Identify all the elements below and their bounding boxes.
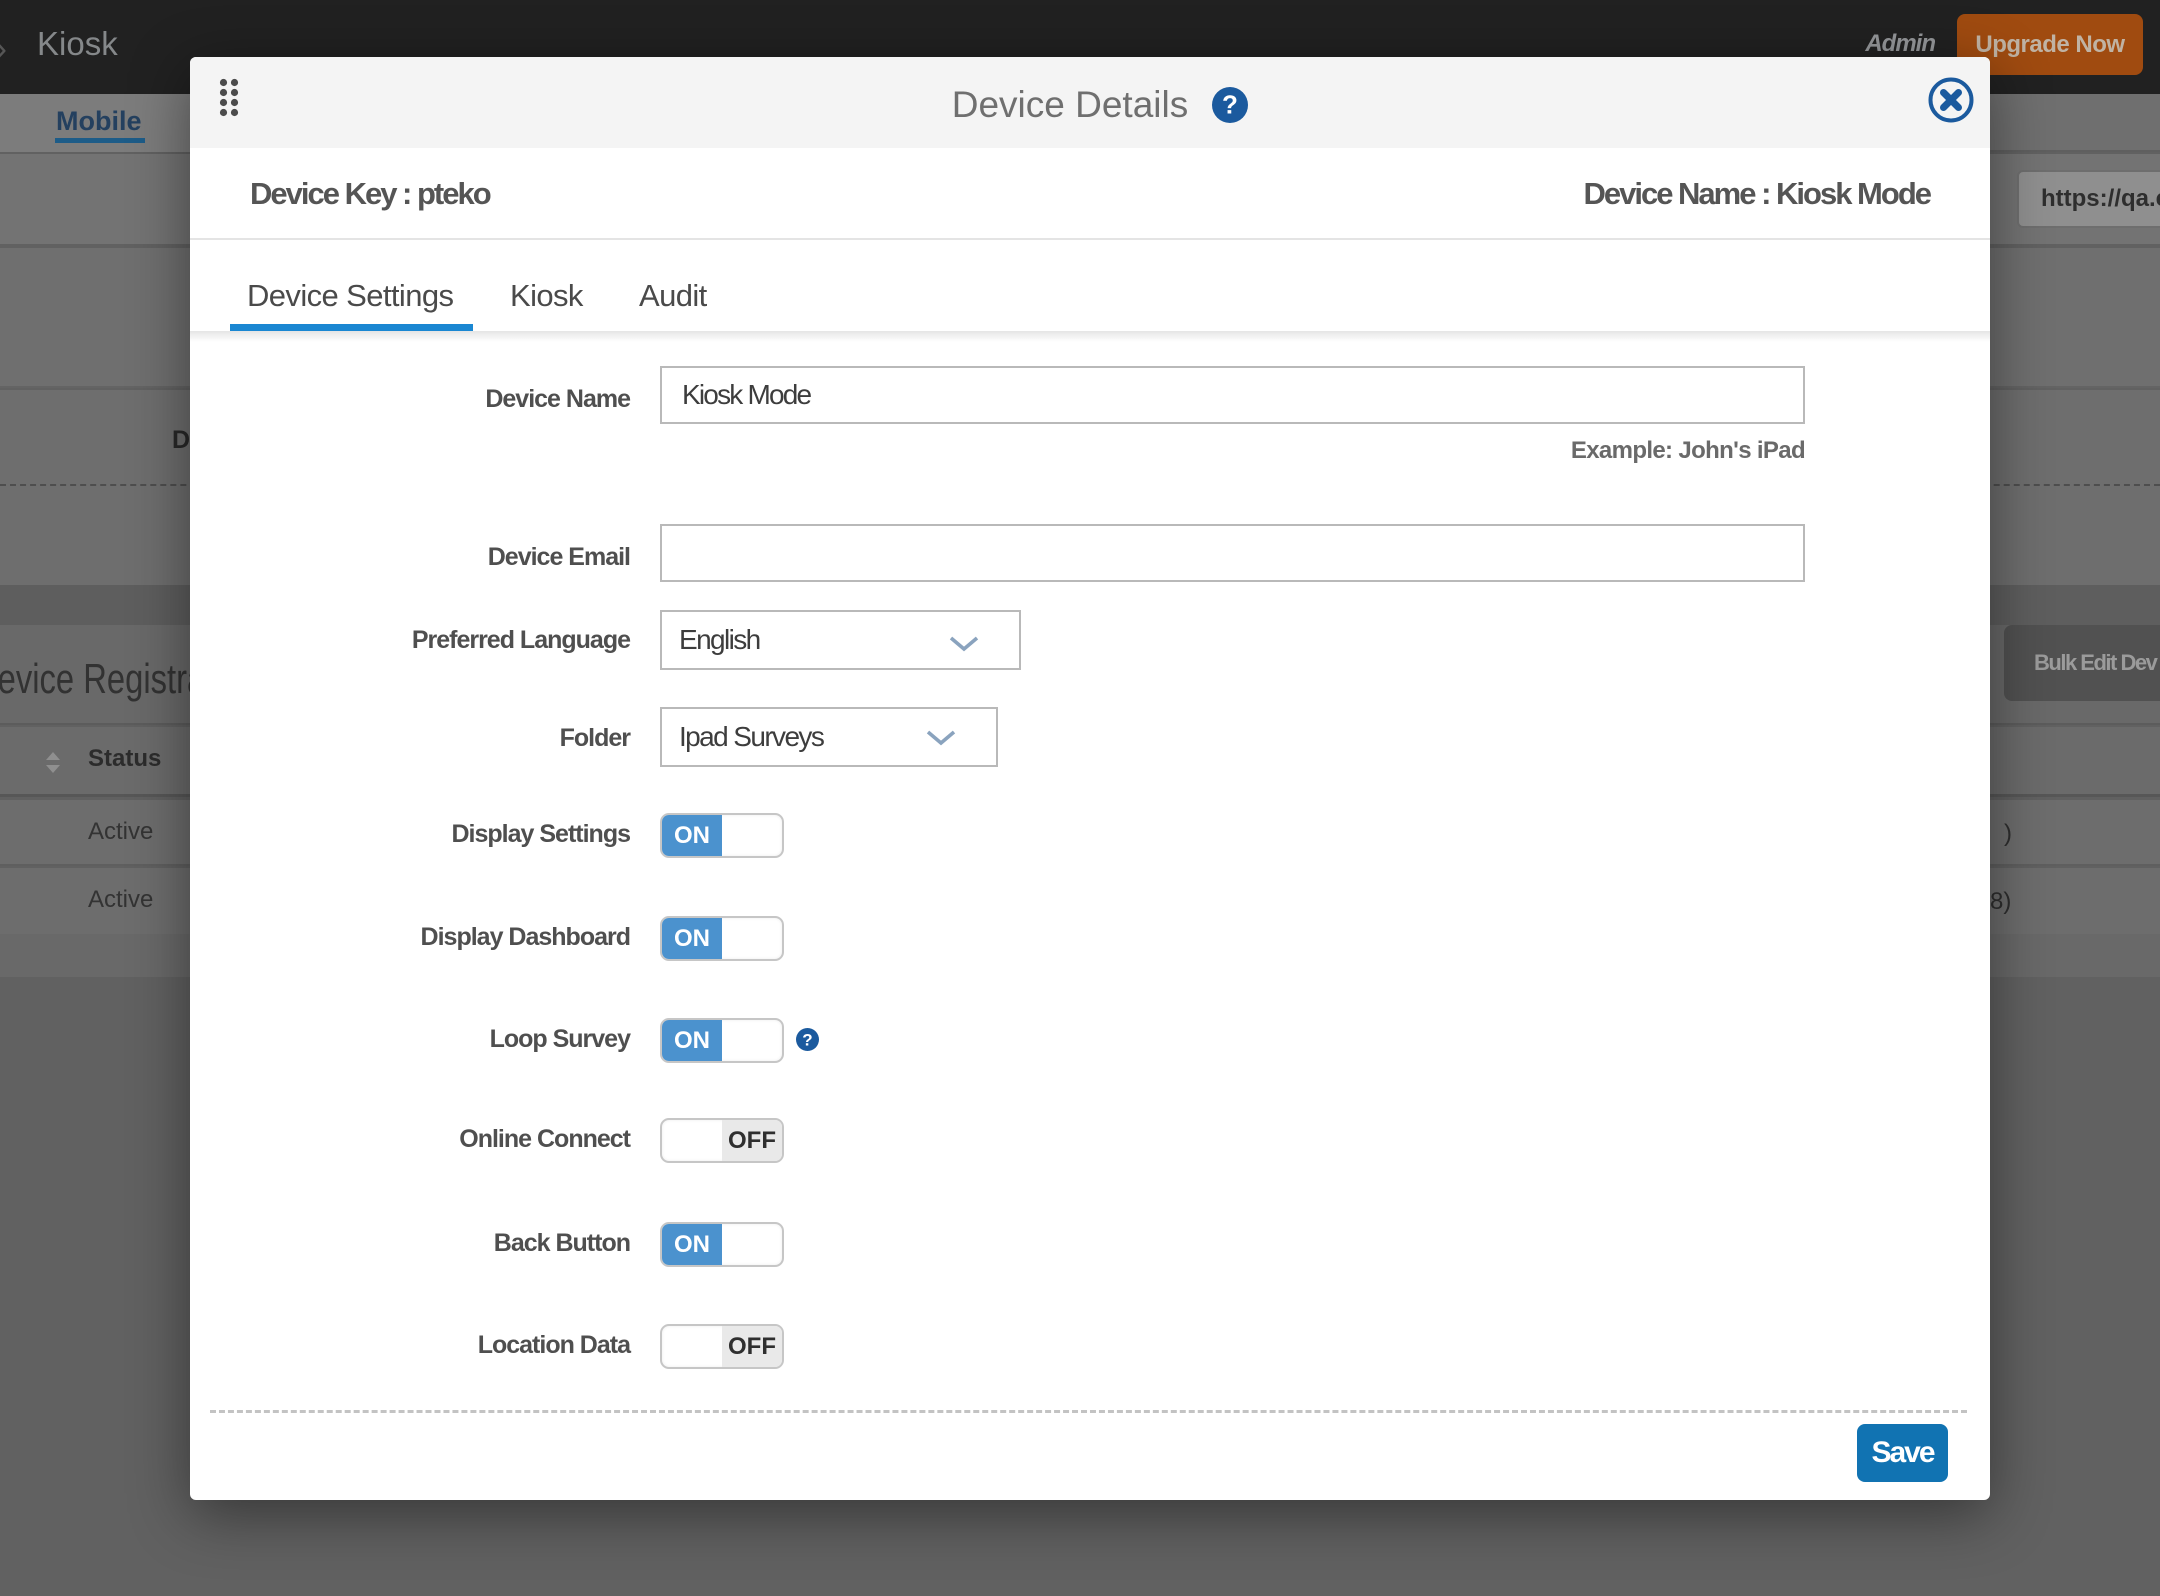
svg-text:?: ? <box>802 1031 812 1050</box>
svg-text:?: ? <box>1222 89 1238 119</box>
